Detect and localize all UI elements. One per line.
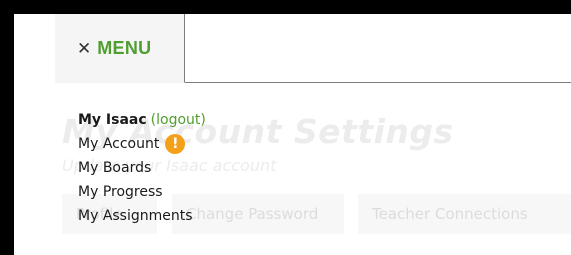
menu-item-my-account[interactable]: My Account ! (78, 132, 206, 156)
menu-toggle-button[interactable]: ✕ MENU (77, 38, 151, 59)
header-divider (184, 82, 571, 83)
menu-section-my-isaac: My Isaac (logout) (78, 108, 206, 132)
menu-item-label: My Progress (78, 184, 163, 200)
menu-section-title: My Isaac (78, 112, 147, 128)
close-icon: ✕ (77, 38, 92, 59)
menu-item-label: My Account (78, 136, 160, 152)
tab-teacher-connections[interactable]: Teacher Connections (358, 194, 571, 234)
menu-item-my-assignments[interactable]: My Assignments (78, 204, 206, 228)
logout-link[interactable]: (logout) (151, 110, 206, 130)
menu-toggle-label: MENU (97, 38, 152, 58)
menu-list: My Isaac (logout) My Account ! My Boards… (78, 108, 206, 228)
menu-item-my-boards[interactable]: My Boards (78, 156, 206, 180)
menu-item-label: My Assignments (78, 208, 193, 224)
alert-icon: ! (165, 134, 186, 154)
menu-item-label: My Boards (78, 160, 152, 176)
menu-tab: ✕ MENU (55, 14, 185, 83)
page-frame: My Account Settings Update your Isaac ac… (14, 14, 571, 255)
menu-item-my-progress[interactable]: My Progress (78, 180, 206, 204)
